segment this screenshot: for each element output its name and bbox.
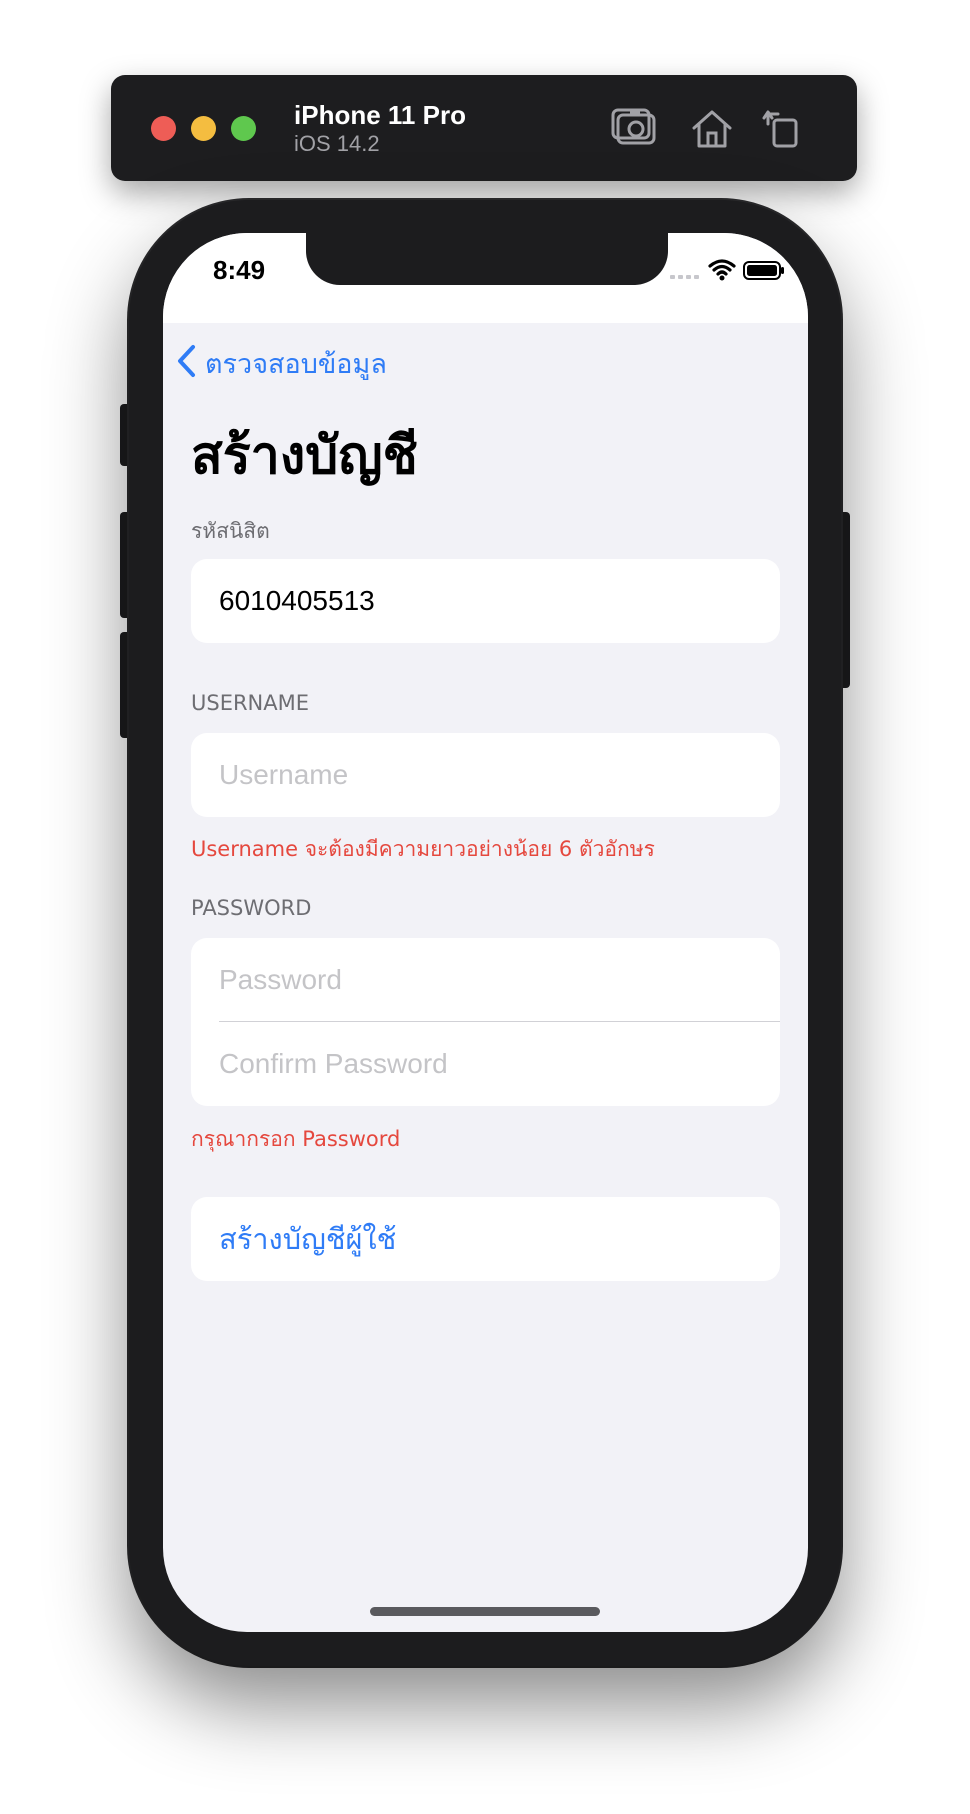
create-account-label: สร้างบัญชีผู้ใช้ [219,1222,397,1256]
student-id-field[interactable] [219,559,760,643]
wifi-icon [708,259,736,281]
zoom-window-button[interactable] [231,116,256,141]
notch [306,233,668,285]
password-card [191,938,780,1106]
page-title: สร้างบัญชี [191,426,418,486]
student-id-card [191,559,780,643]
home-icon[interactable] [688,106,736,150]
device-name: iPhone 11 Pro [294,100,466,130]
username-card [191,733,780,817]
student-id-header: รหัสนิสิต [191,519,270,543]
password-field[interactable] [219,938,760,1022]
battery-icon [743,261,784,280]
cellular-signal-icon [670,275,699,279]
screenshot-icon[interactable] [610,106,658,150]
create-account-button[interactable]: สร้างบัญชีผู้ใช้ [191,1197,780,1281]
device-screen: 8:49 ตรวจสอบข้อมูล สร้างบัญชี รหัสนิสิต … [163,233,808,1632]
minimize-window-button[interactable] [191,116,216,141]
home-indicator [370,1607,600,1616]
device-os-version: iOS 14.2 [294,131,380,156]
rotate-icon[interactable] [760,106,808,150]
password-header: PASSWORD [191,896,312,920]
username-field[interactable] [219,733,760,817]
chevron-left-icon [175,343,197,383]
close-window-button[interactable] [151,116,176,141]
back-button[interactable]: ตรวจสอบข้อมูล [175,341,387,385]
confirm-password-field[interactable] [219,1022,760,1106]
username-error: Username จะต้องมีความยาวอย่างน้อย 6 ตัวอ… [191,837,655,861]
back-button-label: ตรวจสอบข้อมูล [205,348,387,380]
status-time: 8:49 [213,255,266,285]
password-error: กรุณากรอก Password [191,1127,401,1151]
simulator-toolbar [111,75,857,181]
status-icons [670,257,786,283]
username-header: USERNAME [191,691,310,715]
